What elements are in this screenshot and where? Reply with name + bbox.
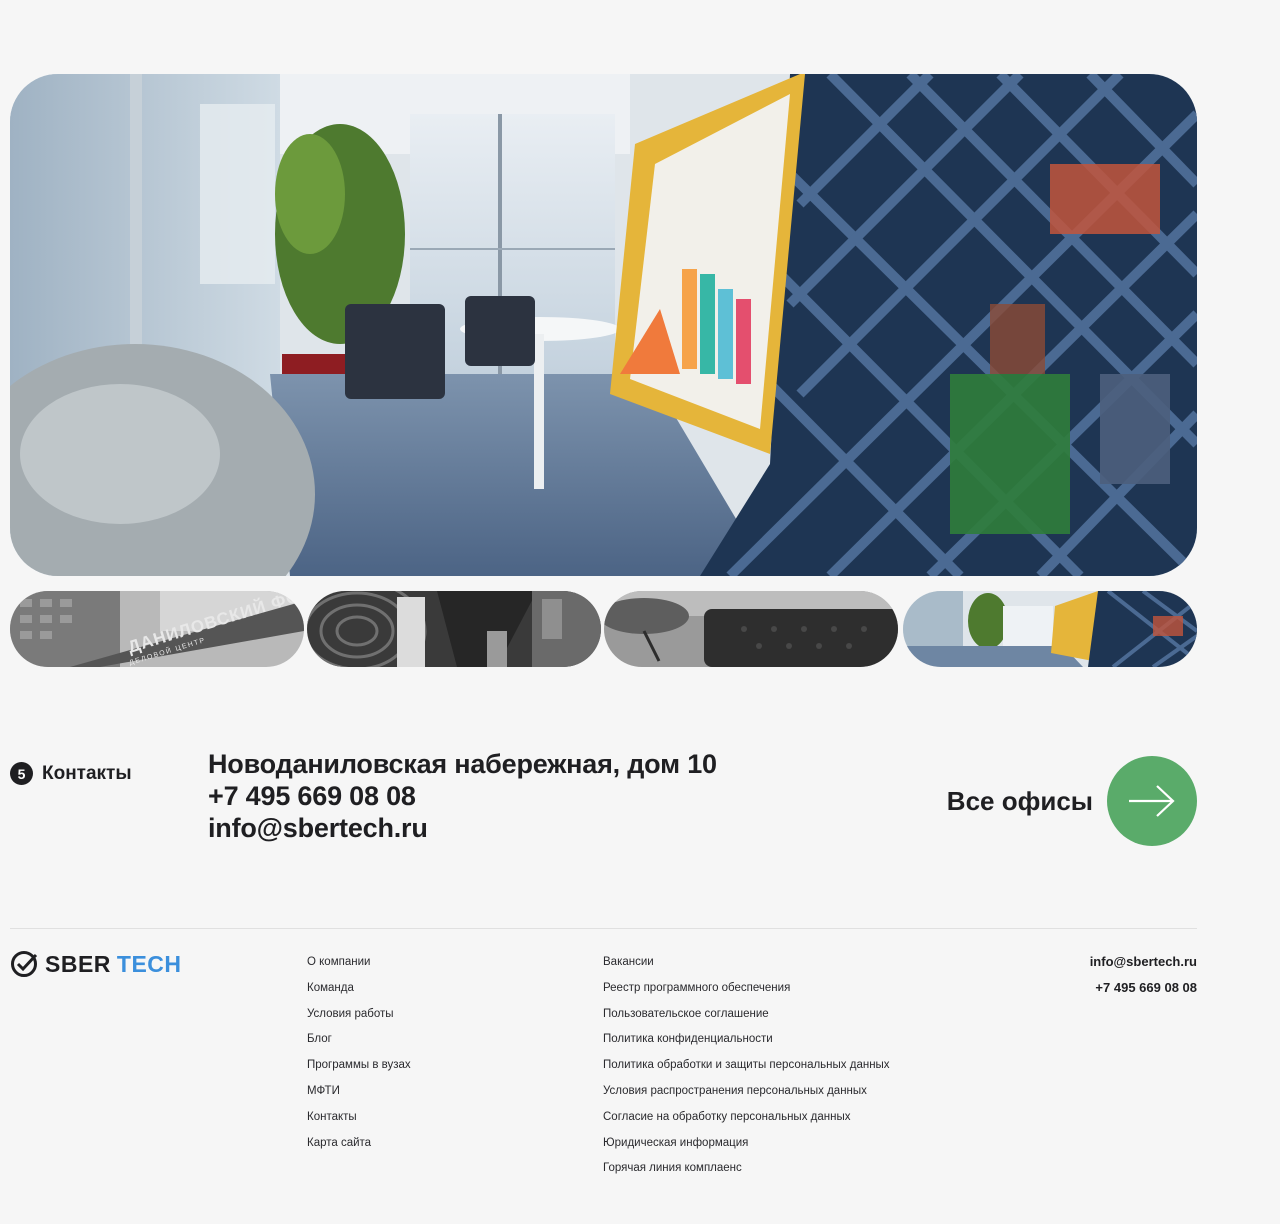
section-number-badge: 5 [10, 762, 33, 785]
footer-link[interactable]: Блог [307, 1032, 577, 1046]
footer-link-software-registry[interactable]: Реестр программного обеспечения [603, 982, 790, 994]
footer-link-vacancies[interactable]: Вакансии [603, 956, 654, 968]
footer-link[interactable]: Пользовательское соглашение [603, 1007, 893, 1021]
footer-link-user-agreement[interactable]: Пользовательское соглашение [603, 1008, 769, 1020]
footer-links-company: О компании Команда Условия работы Блог П… [307, 955, 577, 1161]
gallery-thumbnail[interactable] [604, 591, 898, 667]
all-offices-link[interactable]: Все офисы [947, 756, 1197, 846]
footer-link-privacy-policy[interactable]: Политика конфиденциальности [603, 1033, 773, 1045]
footer-link-team[interactable]: Команда [307, 982, 354, 994]
gallery-thumbnail[interactable] [307, 591, 601, 667]
footer-link-mipt[interactable]: МФТИ [307, 1085, 340, 1097]
footer-email[interactable]: info@sbertech.ru [1090, 955, 1197, 969]
footer-link[interactable]: Карта сайта [307, 1136, 577, 1150]
footer-link[interactable]: Контакты [307, 1110, 577, 1124]
footer-link[interactable]: Программы в вузах [307, 1058, 577, 1072]
gallery-main-image [10, 74, 1197, 576]
footer-link[interactable]: Согласие на обработку персональных данны… [603, 1110, 893, 1124]
footer-link[interactable]: Условия работы [307, 1007, 577, 1021]
all-offices-button[interactable] [1107, 756, 1197, 846]
footer-link-personal-data-policy[interactable]: Политика обработки и защиты персональных… [603, 1059, 890, 1071]
footer-link-about[interactable]: О компании [307, 956, 370, 968]
footer-link[interactable]: Политика конфиденциальности [603, 1032, 893, 1046]
office-library-lounge-photo [903, 591, 1197, 667]
footer-contacts: info@sbertech.ru +7 495 669 08 08 [1090, 955, 1197, 1007]
footer-link-university-programs[interactable]: Программы в вузах [307, 1059, 411, 1071]
footer-link[interactable]: Горячая линия комплаенс [603, 1161, 893, 1175]
logo-text-tech: TECH [116, 950, 182, 977]
footer-link-data-distribution[interactable]: Условия распространения персональных дан… [603, 1085, 867, 1097]
footer-link-contacts[interactable]: Контакты [307, 1111, 357, 1123]
office-corridor-photo [307, 591, 601, 667]
all-offices-label: Все офисы [946, 785, 1093, 816]
contact-phone[interactable]: +7 495 669 08 08 [208, 780, 717, 812]
footer-link[interactable]: Юридическая информация [603, 1136, 893, 1150]
footer-link-data-consent[interactable]: Согласие на обработку персональных данны… [603, 1111, 850, 1123]
footer-link[interactable]: Условия распространения персональных дан… [603, 1084, 893, 1098]
footer-link[interactable]: Реестр программного обеспечения [603, 981, 893, 995]
sbertech-logo[interactable]: SBER TECH [10, 950, 182, 978]
lounge-sofa-photo [604, 591, 898, 667]
footer-link-compliance-hotline[interactable]: Горячая линия комплаенс [603, 1162, 742, 1174]
section-title: Контакты [42, 762, 132, 784]
section-label: 5 Контакты [10, 762, 132, 785]
footer-link[interactable]: Политика обработки и защиты персональных… [603, 1058, 893, 1072]
contact-address: Новоданиловская набережная, дом 10 [208, 749, 717, 779]
footer-link-legal-info[interactable]: Юридическая информация [603, 1137, 748, 1149]
contact-info: Новоданиловская набережная, дом 10 +7 49… [208, 748, 717, 844]
footer-link-conditions[interactable]: Условия работы [307, 1008, 394, 1020]
office-library-lounge-photo [10, 74, 1197, 576]
gallery-thumbnail[interactable]: ДАНИЛОВСКИЙ ФОРТ ДЕЛОВОЙ ЦЕНТР [10, 591, 304, 667]
footer-link[interactable]: Команда [307, 981, 577, 995]
gallery-thumbnails: ДАНИЛОВСКИЙ ФОРТ ДЕЛОВОЙ ЦЕНТР [10, 591, 1197, 667]
gallery-thumbnail-active[interactable] [903, 591, 1197, 667]
arrow-right-icon [1129, 785, 1175, 817]
footer-link[interactable]: МФТИ [307, 1084, 577, 1098]
logo-text-sber: SBER [45, 950, 111, 977]
footer-link[interactable]: О компании [307, 955, 577, 969]
footer-link-sitemap[interactable]: Карта сайта [307, 1137, 371, 1149]
footer-link[interactable]: Вакансии [603, 955, 893, 969]
business-center-entrance-photo: ДАНИЛОВСКИЙ ФОРТ ДЕЛОВОЙ ЦЕНТР [10, 591, 304, 667]
footer-divider [10, 928, 1197, 929]
contact-email[interactable]: info@sbertech.ru [208, 812, 717, 844]
sber-check-icon [11, 951, 38, 977]
footer-phone[interactable]: +7 495 669 08 08 [1090, 981, 1197, 995]
footer-link-blog[interactable]: Блог [307, 1033, 332, 1045]
footer-links-legal: Вакансии Реестр программного обеспечения… [603, 955, 893, 1187]
